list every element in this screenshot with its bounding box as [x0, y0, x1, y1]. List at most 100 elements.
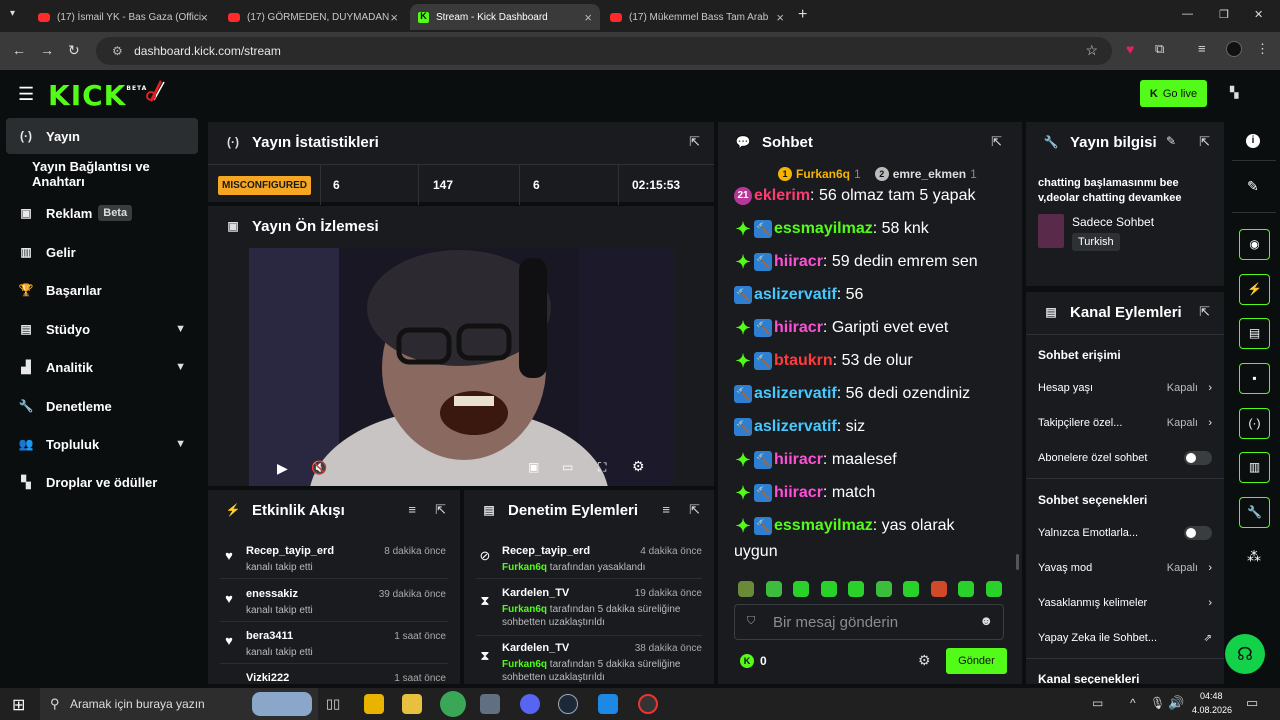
sidebar-item-gelir[interactable]: ▥ Gelir [6, 234, 198, 270]
activity-user[interactable]: Vizki222 [246, 672, 289, 684]
taskbar-search[interactable]: ⚲ Aramak için buraya yazın [40, 688, 318, 720]
moderator-name[interactable]: Furkan6q [502, 659, 547, 670]
chat-scrollbar[interactable] [1016, 554, 1019, 570]
rail-document-button[interactable]: ▤ [1239, 318, 1270, 349]
activity-user[interactable]: Recep_tayip_erd [246, 545, 334, 557]
moderator-name[interactable]: Furkan6q [502, 604, 547, 615]
popout-icon[interactable]: ⇱ [991, 134, 1002, 150]
account-age-setting[interactable]: Hesap yaşı Kapalı › [1038, 382, 1224, 394]
tab-close-icon[interactable]: × [584, 10, 592, 25]
send-button[interactable]: Gönder [946, 648, 1007, 674]
rail-lightning-button[interactable]: ⚡ [1239, 274, 1270, 305]
profile-avatar[interactable] [1226, 41, 1242, 57]
edit-pencil-icon[interactable]: ✎ [1247, 178, 1259, 195]
popout-icon[interactable]: ⇱ [435, 502, 446, 518]
back-arrow-icon[interactable]: ← [12, 42, 26, 58]
edit-pencil-icon[interactable]: ✎ [1166, 134, 1176, 148]
moderator-name[interactable]: Furkan6q [502, 562, 547, 573]
sidebar-item-stream-key[interactable]: Yayın Bağlantısı ve Anahtarı [20, 156, 205, 192]
fullscreen-icon[interactable]: ⛶ [598, 460, 606, 475]
video-player[interactable]: ▶ 🔇 ▣ ▭ ⛶ ⚙ [249, 248, 674, 486]
sidebar-item-topluluk[interactable]: 👥 Topluluk ▼ [6, 426, 198, 462]
sidebar-item-yayin[interactable]: (·) Yayın [6, 118, 198, 154]
activity-user[interactable]: enessakiz [246, 588, 298, 600]
miniplayer-icon[interactable]: ▣ [528, 460, 539, 474]
rail-chat-button[interactable]: ▪ [1239, 363, 1270, 394]
followers-only-setting[interactable]: Takipçilere özel... Kapalı › [1038, 417, 1224, 429]
emote-button[interactable] [820, 581, 837, 597]
emote-button[interactable] [903, 581, 919, 597]
emote-button[interactable] [985, 581, 1002, 597]
chat-username[interactable]: aslizervatif [754, 418, 837, 436]
rail-broadcast-button[interactable]: (·) [1239, 408, 1270, 439]
share-icon[interactable]: ⁂ [1247, 548, 1261, 565]
browser-tab-3[interactable]: K Stream - Kick Dashboard × [410, 4, 600, 30]
mute-icon[interactable]: 🔇 [311, 460, 327, 476]
info-icon[interactable]: i [1246, 134, 1260, 148]
new-tab-button[interactable]: + [798, 6, 807, 24]
slow-mode-setting[interactable]: Yavaş mod Kapalı › [1038, 562, 1224, 574]
bookmark-star-icon[interactable]: ☆ [1085, 42, 1098, 59]
chevron-up-icon[interactable]: ^ [1130, 696, 1136, 710]
sidebar-item-denetleme[interactable]: 🔧 Denetleme [6, 388, 198, 424]
support-chat-button[interactable]: ☊ [1225, 634, 1265, 674]
url-field[interactable]: ⚙ dashboard.kick.com/stream ☆ [96, 37, 1112, 65]
chat-username[interactable]: essmayilmaz [774, 517, 873, 535]
steam-icon[interactable] [558, 694, 578, 714]
media-control-icon[interactable]: ≡ [1198, 41, 1206, 56]
app-icon-1[interactable] [364, 694, 384, 714]
emote-button[interactable] [958, 581, 974, 597]
task-view-icon[interactable]: ▯▯ [326, 696, 340, 712]
extensions-icon[interactable]: ⧉ [1155, 41, 1164, 57]
sidebar-item-studyo[interactable]: ▤ Stüdyo ▼ [6, 311, 198, 347]
chat-input[interactable]: ⛉ Bir mesaj gönderin ☻ [734, 604, 1004, 640]
close-window-button[interactable]: ✕ [1254, 8, 1263, 21]
popout-icon[interactable]: ⇱ [1199, 134, 1210, 150]
channel-points-icon[interactable]: K [740, 654, 754, 668]
kick-logo[interactable]: KICKBETA [48, 79, 147, 112]
go-live-button[interactable]: K Go live [1140, 80, 1207, 107]
app-icon-3[interactable] [598, 694, 618, 714]
theater-mode-icon[interactable]: ▭ [562, 460, 573, 474]
play-icon[interactable]: ▶ [277, 460, 288, 477]
emoji-picker-icon[interactable]: ☻ [979, 613, 993, 628]
settings-gear-icon[interactable]: ⚙ [632, 458, 645, 475]
rail-toolbox-button[interactable]: ▥ [1239, 452, 1270, 483]
pinned-user[interactable]: Furkan6q [796, 167, 850, 181]
chat-username[interactable]: btaukrn [774, 352, 833, 370]
file-explorer-icon[interactable] [402, 694, 422, 714]
forward-arrow-icon[interactable]: → [40, 42, 54, 58]
emotes-only-toggle[interactable] [1184, 526, 1212, 540]
hamburger-menu-icon[interactable]: ☰ [18, 84, 34, 105]
rail-camera-button[interactable]: ◉ [1239, 229, 1270, 260]
sidebar-item-analitik[interactable]: ▟ Analitik ▼ [6, 349, 198, 385]
chat-username[interactable]: hiiracr [774, 484, 823, 502]
rail-wrench-button[interactable]: 🔧 [1239, 497, 1270, 528]
chrome-icon[interactable] [440, 691, 466, 717]
volume-icon[interactable]: 🔊 [1168, 695, 1184, 711]
popout-icon[interactable]: ⇱ [689, 134, 700, 150]
tab-close-icon[interactable]: × [390, 10, 398, 25]
popout-icon[interactable]: ⇱ [1199, 304, 1210, 320]
browser-tab-4[interactable]: (17) Mükemmel Bass Tam Arab × [602, 4, 792, 30]
popout-icon[interactable]: ⇱ [689, 502, 700, 518]
emote-button[interactable] [765, 581, 782, 597]
subs-only-toggle[interactable] [1184, 451, 1212, 465]
browser-tab-1[interactable]: (17) İsmail YK - Bas Gaza (Offici × [30, 4, 216, 30]
moderation-target[interactable]: Kardelen_TV [502, 587, 569, 599]
emote-button[interactable] [930, 581, 947, 597]
windows-start-icon[interactable]: ⊞ [12, 695, 25, 715]
pinned-user[interactable]: emre_ekmen [893, 167, 966, 181]
banned-words-setting[interactable]: Yasaklanmış kelimeler › [1038, 597, 1224, 609]
clock-time[interactable]: 04:48 [1200, 691, 1223, 701]
tab-search-icon[interactable]: ▾ [10, 8, 15, 19]
chat-username[interactable]: hiiracr [774, 319, 823, 337]
emote-button[interactable] [738, 581, 754, 597]
tab-close-icon[interactable]: × [200, 10, 208, 25]
chat-username[interactable]: aslizervatif [754, 286, 837, 304]
maximize-button[interactable]: ❐ [1219, 8, 1229, 21]
chat-username[interactable]: aslizervatif [754, 385, 837, 403]
chat-username[interactable]: eklerim [754, 187, 810, 205]
microphone-icon[interactable]: 🎙 [1150, 696, 1165, 710]
emote-button[interactable] [848, 581, 864, 597]
